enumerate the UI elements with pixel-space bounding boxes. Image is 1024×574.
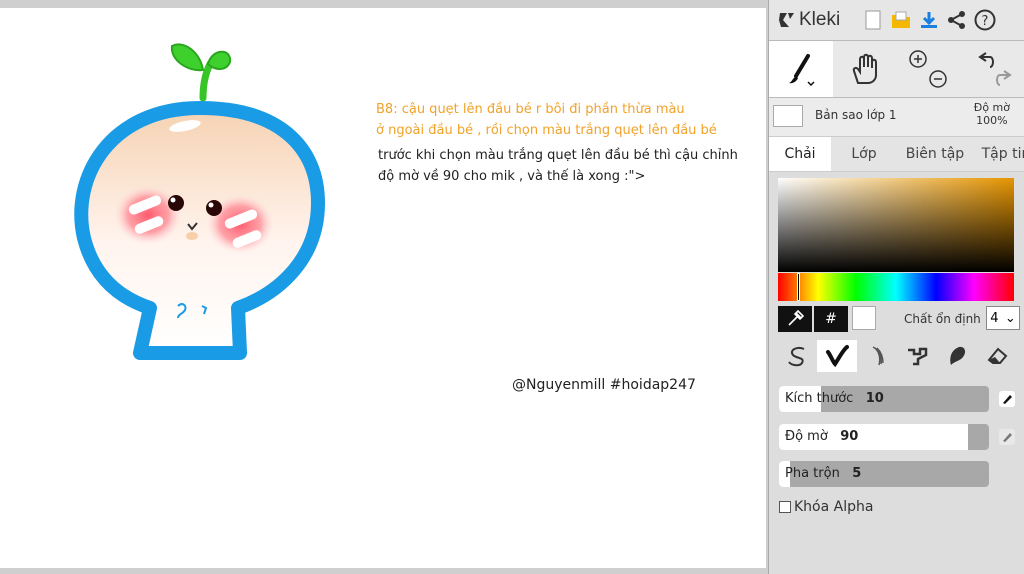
tool-bar: [769, 41, 1024, 98]
chemy-brush-icon: [950, 346, 966, 365]
side-panel: Kleki ? Bản sao lớp 1 Độ mờ 100% Chải Lớ…: [768, 0, 1024, 574]
hand-tool-button[interactable]: [833, 41, 897, 97]
blend-value: 5: [852, 466, 862, 481]
brush-tool-button[interactable]: [769, 41, 833, 97]
tab-layers[interactable]: Lớp: [831, 137, 897, 171]
eraser-button[interactable]: [977, 340, 1017, 372]
stabilizer-label: Chất ổn định: [904, 312, 981, 326]
help-icon[interactable]: ?: [971, 6, 999, 34]
active-layer-row[interactable]: Bản sao lớp 1 Độ mờ 100%: [769, 98, 1024, 137]
layer-name: Bản sao lớp 1: [815, 108, 897, 122]
instruction-step-line-1: B8: cậu quẹt lên đầu bé r bôi đi phần th…: [376, 102, 685, 117]
brush-opacity-value: 90: [840, 429, 859, 444]
zoom-buttons[interactable]: [897, 41, 961, 97]
save-folder-icon[interactable]: [887, 6, 915, 34]
hue-slider[interactable]: [778, 273, 1014, 301]
chevron-down-icon: ⌄: [1004, 310, 1016, 326]
hue-marker[interactable]: [797, 273, 800, 301]
brush-opacity-slider[interactable]: Độ mờ 90: [779, 424, 989, 450]
layer-thumbnail: [773, 105, 803, 127]
kleki-logo-icon: [779, 13, 794, 27]
stabilizer-value: 4: [990, 310, 999, 326]
hex-input-button[interactable]: #: [814, 306, 848, 332]
top-toolbar: Kleki ?: [769, 0, 1024, 41]
hand-tool-icon: [852, 53, 877, 84]
undo-redo-buttons[interactable]: [960, 41, 1024, 97]
instruction-body-line-2: độ mờ về 90 cho mik , và thế là xong :">: [378, 169, 646, 184]
opacity-pressure-toggle[interactable]: [999, 429, 1015, 445]
app-logo[interactable]: Kleki: [769, 9, 859, 31]
download-icon[interactable]: [915, 6, 943, 34]
blend-label: Pha trộn: [785, 466, 840, 481]
brush-size-slider[interactable]: Kích thước 10: [779, 386, 989, 412]
brush-size-label: Kích thước: [785, 391, 854, 406]
zoom-icon: [909, 50, 948, 88]
saturation-value-area[interactable]: [778, 178, 1014, 272]
blend-brush-icon: [826, 345, 849, 368]
sketchy-brush-icon: [872, 346, 884, 366]
eraser-icon: [987, 347, 1008, 364]
drawing-canvas[interactable]: B8: cậu quẹt lên đầu bé r bôi đi phần th…: [0, 8, 766, 568]
stabilizer-select[interactable]: 4 ⌄: [986, 306, 1020, 330]
pen-brush-button[interactable]: [777, 340, 817, 372]
undo-redo-icon: [978, 52, 1012, 86]
color-options-row: # Chất ổn định 4 ⌄: [778, 306, 1020, 332]
pen-brush-icon: [788, 346, 805, 367]
author-signature: @Nguyenmill #hoidap247: [512, 377, 696, 393]
layer-opacity-label: Độ mờ: [973, 101, 1010, 114]
brush-tool-icon: [788, 54, 815, 86]
instruction-step-line-2: ở ngoài đầu bé , rồi chọn màu trắng quẹt…: [376, 123, 717, 138]
pen-pressure-icon: [1003, 395, 1012, 404]
pixel-brush-button[interactable]: [897, 340, 937, 372]
blend-slider[interactable]: Pha trộn 5: [779, 461, 989, 487]
svg-text:?: ?: [982, 14, 989, 29]
panel-tabs: Chải Lớp Biên tập Tập tin: [769, 137, 1024, 172]
tab-file[interactable]: Tập tin: [973, 137, 1024, 171]
canvas-area[interactable]: B8: cậu quẹt lên đầu bé r bôi đi phần th…: [0, 0, 768, 574]
alpha-lock-checkbox[interactable]: [779, 501, 791, 513]
size-pressure-toggle[interactable]: [999, 391, 1015, 407]
blend-brush-button[interactable]: [817, 340, 857, 372]
pen-pressure-icon: [1003, 433, 1012, 442]
tab-edit[interactable]: Biên tập: [897, 137, 973, 171]
brush-size-value: 10: [865, 391, 884, 406]
new-document-icon[interactable]: [859, 6, 887, 34]
color-picker[interactable]: [778, 178, 1014, 301]
share-icon[interactable]: [943, 6, 971, 34]
eyedropper-button[interactable]: [778, 306, 812, 332]
brush-types: [777, 340, 1019, 374]
instruction-body-line-1: trước khi chọn màu trắng quẹt lên đầu bé…: [378, 148, 738, 163]
current-color-swatch[interactable]: [852, 306, 876, 330]
alpha-lock-option[interactable]: Khóa Alpha: [779, 499, 873, 515]
layer-opacity: Độ mờ 100%: [974, 101, 1010, 127]
chemy-brush-button[interactable]: [937, 340, 977, 372]
sketchy-brush-button[interactable]: [857, 340, 897, 372]
layer-opacity-value: 100%: [976, 114, 1008, 127]
pixel-brush-icon: [908, 347, 928, 366]
brush-opacity-label: Độ mờ: [785, 429, 828, 444]
eyedropper-icon: [788, 310, 804, 326]
alpha-lock-label: Khóa Alpha: [794, 499, 874, 515]
drawing-artwork: [74, 43, 325, 360]
tab-brush[interactable]: Chải: [769, 137, 831, 171]
app-name: Kleki: [799, 9, 841, 30]
